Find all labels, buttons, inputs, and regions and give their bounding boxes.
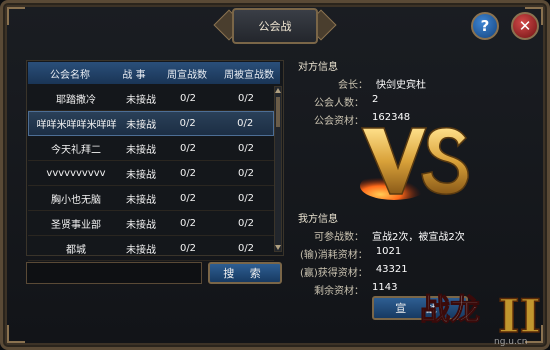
leader-label: 会长：	[338, 80, 368, 91]
guild-name: 都城	[66, 244, 86, 256]
remaining-funds-value: 1143	[372, 282, 398, 293]
my-win-funds: (赢)获得资材： 43321	[300, 264, 408, 279]
war-status: 未接战	[126, 194, 156, 206]
weekly-declared: 0/2	[179, 92, 197, 104]
my-info-title: 我方信息	[298, 214, 338, 225]
table-row[interactable]: 耶踏撒冷 未接战 0/2 0/2	[28, 86, 274, 111]
guild-name: 耶踏撒冷	[56, 94, 96, 106]
weekly-received: 0/2	[237, 242, 255, 254]
my-participations: 可参战数： 宣战2次，被宣战2次	[314, 228, 465, 243]
opponent-members: 公会人数： 2	[314, 94, 378, 109]
header-weekly-declared: 周宣战数	[167, 69, 207, 81]
scrollbar-thumb[interactable]	[276, 97, 280, 127]
participations-label: 可参战数：	[314, 232, 364, 243]
war-status: 未接战	[126, 94, 156, 106]
search-input[interactable]	[26, 262, 202, 284]
header-guild-name: 公会名称	[50, 69, 90, 81]
my-remaining-funds: 剩余资材： 1143	[314, 282, 397, 297]
game-logo-icon: 战龙 II ng.u.cn	[420, 288, 542, 347]
weekly-received: 0/2	[237, 217, 255, 229]
opponent-info-title: 对方信息	[298, 62, 338, 73]
weekly-declared: 0/2	[179, 217, 197, 229]
weekly-declared: 0/2	[179, 192, 197, 204]
search-button[interactable]: 搜 索	[208, 262, 282, 284]
guild-name: 胸小也无脑	[51, 194, 101, 206]
weekly-declared: 0/2	[179, 242, 197, 254]
guild-name: 咩咩米咩咩米咩咩	[36, 120, 117, 131]
weekly-received: 0/2	[237, 92, 255, 104]
opponent-leader: 会长： 快剑史宾杜	[338, 76, 426, 91]
table-scrollbar[interactable]	[274, 86, 282, 252]
war-status: 未接战	[126, 219, 156, 231]
svg-text:战龙: 战龙	[420, 293, 480, 328]
table-row[interactable]: vvvvvvvvvv 未接战 0/2 0/2	[28, 161, 274, 186]
scroll-down-arrow-icon[interactable]	[275, 245, 281, 251]
weekly-declared: 0/2	[179, 118, 196, 129]
table-row[interactable]: 都城 未接战 0/2 0/2	[28, 236, 274, 261]
guild-table-header: 公会名称 战 事 周宣战数 周被宣战数	[28, 62, 280, 84]
table-row-selected[interactable]: 咩咩米咩咩米咩咩 未接战 0/2 0/2	[28, 111, 274, 136]
war-status: 未接战	[126, 169, 156, 181]
weekly-declared: 0/2	[179, 167, 197, 179]
war-status: 未接战	[126, 244, 156, 256]
table-row[interactable]: 胸小也无脑 未接战 0/2 0/2	[28, 186, 274, 211]
guild-name: vvvvvvvvvv	[46, 167, 106, 179]
header-war-status: 战 事	[122, 69, 146, 81]
weekly-received: 0/2	[237, 118, 254, 129]
guild-name: 圣贤事业部	[51, 219, 101, 231]
frame-corner	[7, 7, 25, 25]
my-lost-funds: (输)消耗资材： 1021	[300, 246, 401, 261]
guild-name: 今天礼拜二	[51, 144, 101, 156]
lost-funds-value: 1021	[375, 246, 402, 257]
win-funds-value: 43321	[375, 264, 408, 275]
frame-corner	[7, 325, 25, 343]
leader-value: 快剑史宾杜	[376, 80, 426, 91]
header-weekly-received: 周被宣战数	[224, 69, 274, 81]
guild-table-body: 耶踏撒冷 未接战 0/2 0/2 咩咩米咩咩米咩咩 未接战 0/2 0/2 今天…	[28, 86, 274, 261]
remaining-funds-label: 剩余资材：	[314, 286, 364, 297]
scroll-up-arrow-icon[interactable]	[275, 87, 281, 93]
weekly-received: 0/2	[237, 142, 255, 154]
close-button[interactable]: ✕	[511, 12, 539, 40]
win-funds-label: (赢)获得资材：	[300, 268, 368, 279]
weekly-received: 0/2	[237, 167, 255, 179]
members-value: 2	[372, 94, 379, 105]
svg-text:II: II	[498, 289, 541, 343]
weekly-received: 0/2	[237, 192, 255, 204]
lost-funds-label: (输)消耗资材：	[300, 250, 368, 261]
vs-emblem-icon	[360, 126, 469, 200]
svg-text:ng.u.cn: ng.u.cn	[494, 337, 528, 347]
table-row[interactable]: 今天礼拜二 未接战 0/2 0/2	[28, 136, 274, 161]
window-title: 公会战	[232, 8, 318, 44]
members-label: 公会人数：	[314, 98, 364, 109]
participations-value: 宣战2次，被宣战2次	[372, 232, 465, 243]
table-row[interactable]: 圣贤事业部 未接战 0/2 0/2	[28, 211, 274, 236]
war-status: 未接战	[126, 120, 157, 131]
weekly-declared: 0/2	[179, 142, 197, 154]
help-button[interactable]: ?	[471, 12, 499, 40]
war-status: 未接战	[126, 144, 156, 156]
